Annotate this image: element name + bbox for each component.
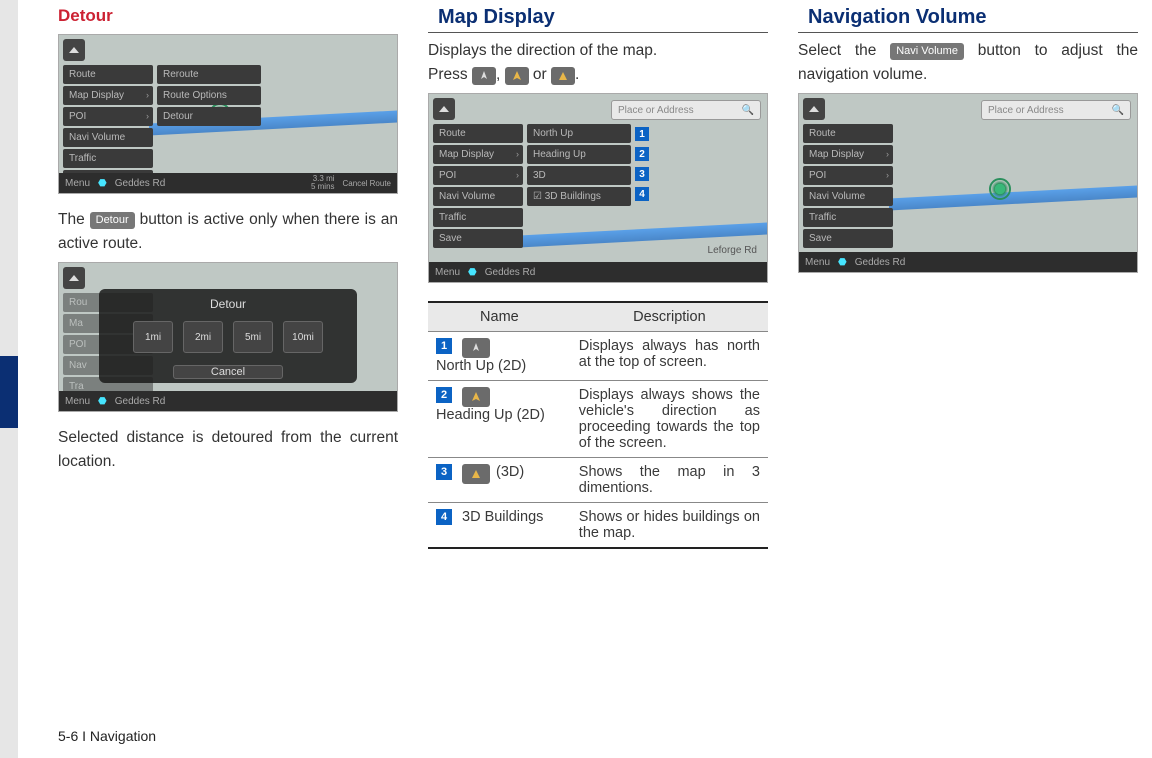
screenshot-map-display: Place or Address🔍 Route Map Display› POI…: [428, 93, 768, 283]
detour-chip: Detour: [90, 212, 135, 229]
map-display-table: Name Description 1 North Up (2D) Display…: [428, 301, 768, 549]
search-field: Place or Address🔍: [981, 100, 1131, 120]
screenshot-nav-volume: Place or Address🔍 Route Map Display› POI…: [798, 93, 1138, 273]
page-content: Detour Route Map Display› POI› Navi Volu…: [58, 6, 1138, 549]
north-up-icon: [472, 67, 496, 85]
col-detour: Detour Route Map Display› POI› Navi Volu…: [58, 6, 398, 549]
screenshot-detour-menu: Route Map Display› POI› Navi Volume Traf…: [58, 34, 398, 194]
search-field: Place or Address🔍: [611, 100, 761, 120]
heading-detour: Detour: [58, 6, 398, 26]
3d-icon: [462, 464, 490, 484]
page-footer: 5-6 I Navigation: [58, 728, 156, 744]
north-up-icon: [462, 338, 490, 358]
home-icon: [63, 39, 85, 61]
side-tab: [0, 0, 18, 758]
nav-volume-para: Select the Navi Volume button to adjust …: [798, 39, 1138, 87]
heading-up-icon: [462, 387, 490, 407]
home-icon: [433, 98, 455, 120]
heading-map-display: Map Display: [428, 6, 768, 33]
heading-up-icon: [505, 67, 529, 85]
map-intro2: Press , or .: [428, 63, 768, 87]
detour-para1: The Detour button is active only when th…: [58, 208, 398, 256]
col-map-display: Map Display Displays the direction of th…: [428, 6, 768, 549]
home-icon: [63, 267, 85, 289]
map-intro1: Displays the direction of the map.: [428, 39, 768, 63]
screenshot-detour-modal: RouMaPOI NavTraSav Detour 1mi 2mi 5mi 10…: [58, 262, 398, 412]
3d-icon: [551, 67, 575, 85]
col-nav-volume: Navigation Volume Select the Navi Volume…: [798, 6, 1138, 549]
heading-nav-volume: Navigation Volume: [798, 6, 1138, 33]
detour-para2: Selected distance is detoured from the c…: [58, 426, 398, 474]
home-icon: [803, 98, 825, 120]
navi-volume-chip: Navi Volume: [890, 43, 964, 60]
